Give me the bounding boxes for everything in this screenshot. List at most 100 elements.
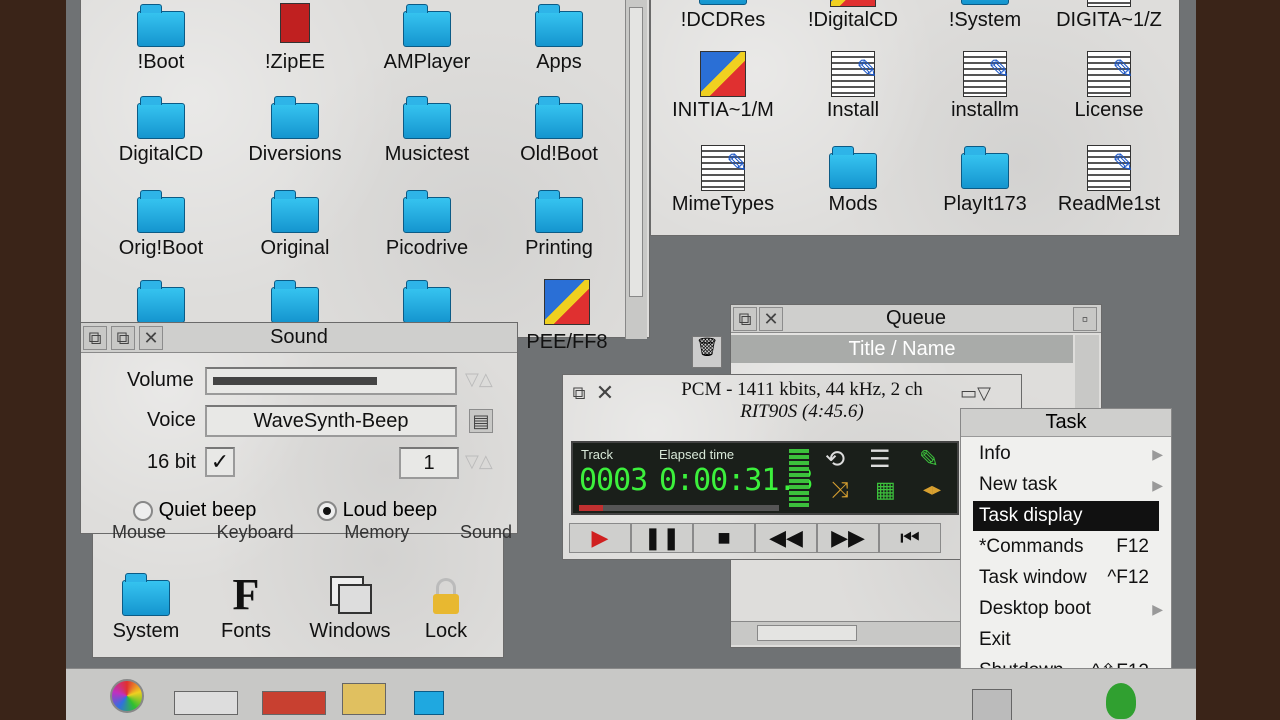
scrollbar-thumb[interactable] bbox=[757, 625, 857, 641]
floppy-drive-icon[interactable] bbox=[174, 691, 238, 715]
filer-item[interactable]: INITIA~1/M bbox=[657, 51, 789, 122]
filer-item[interactable]: Mods bbox=[787, 145, 919, 216]
bit-checkbox[interactable]: ✓ bbox=[205, 447, 235, 477]
folder-icon bbox=[403, 190, 451, 233]
filer-item[interactable]: AMPlayer bbox=[361, 3, 493, 74]
scrollbar-vertical[interactable] bbox=[625, 0, 647, 339]
mode-icon[interactable]: ◂▸ bbox=[923, 479, 941, 500]
iconise-icon[interactable]: ⧉ bbox=[111, 326, 135, 350]
menu-item-label: New task bbox=[979, 474, 1058, 495]
apps-icon[interactable] bbox=[342, 683, 386, 715]
filer-item[interactable]: Orig!Boot bbox=[95, 189, 227, 260]
filer-item[interactable]: DigitalCD bbox=[95, 95, 227, 166]
player-track-title: RIT90S (4:45.6) bbox=[740, 401, 864, 422]
filer-item[interactable]: License bbox=[1043, 51, 1175, 122]
queue-icon[interactable]: ▦ bbox=[875, 477, 896, 503]
filer-item-label: AMPlayer bbox=[383, 51, 471, 73]
task-menu-title: Task bbox=[961, 409, 1171, 437]
filer-item-label: Picodrive bbox=[385, 237, 469, 259]
filer-item[interactable]: DIGITA~1/Z bbox=[1043, 0, 1175, 32]
previous-track-button[interactable]: ⏮ bbox=[879, 523, 941, 553]
filer-item-label: Install bbox=[826, 99, 880, 121]
filer-item-label: Apps bbox=[536, 51, 582, 73]
minimise-icon[interactable]: ▭▽ bbox=[960, 383, 991, 404]
taskmanager-icon[interactable] bbox=[972, 689, 1012, 720]
task-menu-item[interactable]: Task window ^F12 bbox=[973, 563, 1159, 593]
back-icon[interactable]: ⧉ bbox=[83, 326, 107, 350]
play-button[interactable]: ▶ bbox=[569, 523, 631, 553]
filer-item-label: DigitalCD bbox=[118, 143, 204, 165]
quiet-beep-option[interactable]: Quiet beep bbox=[133, 499, 256, 522]
hard-drive-icon[interactable] bbox=[262, 691, 326, 715]
filer-item[interactable]: MimeTypes bbox=[657, 145, 789, 216]
player-info: PCM - 1411 kbits, 44 kHz, 2 ch RIT90S (4… bbox=[623, 379, 981, 423]
player-display: Track Elapsed time 0003 0:00:31.3 ⟲ ☰ ⤨ … bbox=[571, 441, 959, 515]
filer-item[interactable]: Apps bbox=[493, 3, 625, 74]
folder-icon bbox=[535, 4, 583, 47]
repeat-icon[interactable]: ⟲ bbox=[825, 445, 845, 474]
toggle-size-icon[interactable]: ▫ bbox=[1073, 307, 1097, 331]
filer-item[interactable]: Musictest bbox=[361, 95, 493, 166]
bin-icon[interactable]: 🗑 bbox=[692, 336, 722, 368]
filer-item[interactable]: Printing bbox=[493, 189, 625, 260]
filer-item-label: DIGITA~1/Z bbox=[1056, 9, 1162, 31]
filer-item[interactable] bbox=[229, 279, 361, 327]
filer-item[interactable]: Old!Boot bbox=[493, 95, 625, 166]
filer-item[interactable] bbox=[361, 279, 493, 327]
task-menu-item[interactable]: Task display bbox=[973, 501, 1159, 531]
text-file-icon bbox=[963, 51, 1010, 97]
task-menu-item[interactable]: Desktop boot ▶ bbox=[973, 594, 1163, 624]
filer-item[interactable]: Install bbox=[787, 51, 919, 122]
voice-menu-icon[interactable]: ▤ bbox=[469, 409, 493, 433]
close-icon[interactable]: ✕ bbox=[759, 307, 783, 331]
filer-item[interactable]: !Boot bbox=[95, 3, 227, 74]
acorn-icon[interactable] bbox=[1106, 683, 1136, 719]
close-icon[interactable]: ✕ bbox=[139, 326, 163, 350]
queue-column-header[interactable]: Title / Name bbox=[731, 335, 1073, 363]
filer-item[interactable]: Picodrive bbox=[361, 189, 493, 260]
close-icon[interactable]: ✕ bbox=[593, 380, 617, 405]
channel-field[interactable]: 1 bbox=[399, 447, 459, 479]
filer-item-label: Mods bbox=[828, 193, 878, 215]
edit-icon[interactable]: ✎ bbox=[919, 445, 939, 474]
playlist-icon[interactable]: ☰ bbox=[869, 445, 891, 474]
progress-bar[interactable] bbox=[579, 505, 779, 511]
voice-field: WaveSynth-Beep bbox=[205, 405, 457, 437]
filer-item[interactable]: !DigitalCD bbox=[787, 0, 919, 32]
back-icon[interactable]: ⧉ bbox=[733, 307, 757, 331]
folder-icon[interactable] bbox=[414, 691, 444, 715]
task-menu-item[interactable]: Exit bbox=[973, 625, 1159, 655]
shuffle-icon[interactable]: ⤨ bbox=[831, 477, 849, 503]
config-item-lock[interactable]: Lock bbox=[380, 572, 512, 643]
stop-button[interactable]: ■ bbox=[693, 523, 755, 553]
rewind-button[interactable]: ◀◀ bbox=[755, 523, 817, 553]
pause-button[interactable]: ❚❚ bbox=[631, 523, 693, 553]
filer-item[interactable]: !DCDRes bbox=[657, 0, 789, 32]
filer-item[interactable]: installm bbox=[919, 51, 1051, 122]
fast-forward-button[interactable]: ▶▶ bbox=[817, 523, 879, 553]
app-icon bbox=[830, 0, 876, 7]
filer-item-label: INITIA~1/M bbox=[672, 99, 774, 121]
filer-item[interactable] bbox=[95, 279, 227, 327]
filer-item[interactable]: Original bbox=[229, 189, 361, 260]
filer-item-partial[interactable]: PEE/FF8 bbox=[501, 279, 633, 354]
icon-bar bbox=[66, 668, 1196, 720]
volume-slider[interactable] bbox=[205, 367, 457, 395]
filer-item[interactable]: !ZipEE bbox=[229, 3, 361, 74]
queue-titlebar[interactable]: Queue bbox=[731, 305, 1101, 333]
task-menu-item[interactable]: New task ▶ bbox=[973, 470, 1163, 500]
scrollbar-thumb[interactable] bbox=[629, 7, 643, 297]
volume-arrows-icon[interactable]: ▽△ bbox=[465, 369, 493, 390]
filer-item[interactable]: Diversions bbox=[229, 95, 361, 166]
filer-item[interactable]: ReadMe1st bbox=[1043, 145, 1175, 216]
cd-drive-icon[interactable] bbox=[110, 679, 144, 713]
task-menu-item[interactable]: Info ▶ bbox=[973, 439, 1163, 469]
loud-beep-option[interactable]: Loud beep bbox=[317, 499, 437, 522]
filer-item-label: Diversions bbox=[248, 143, 342, 165]
submenu-arrow-icon: ▶ bbox=[1152, 476, 1163, 493]
filer-item[interactable]: PlayIt173 bbox=[919, 145, 1051, 216]
channel-arrows-icon[interactable]: ▽△ bbox=[465, 451, 493, 472]
task-menu-item[interactable]: *Commands F12 bbox=[973, 532, 1159, 562]
filer-item[interactable]: !System bbox=[919, 0, 1051, 32]
back-icon[interactable]: ⧉ bbox=[567, 381, 591, 405]
